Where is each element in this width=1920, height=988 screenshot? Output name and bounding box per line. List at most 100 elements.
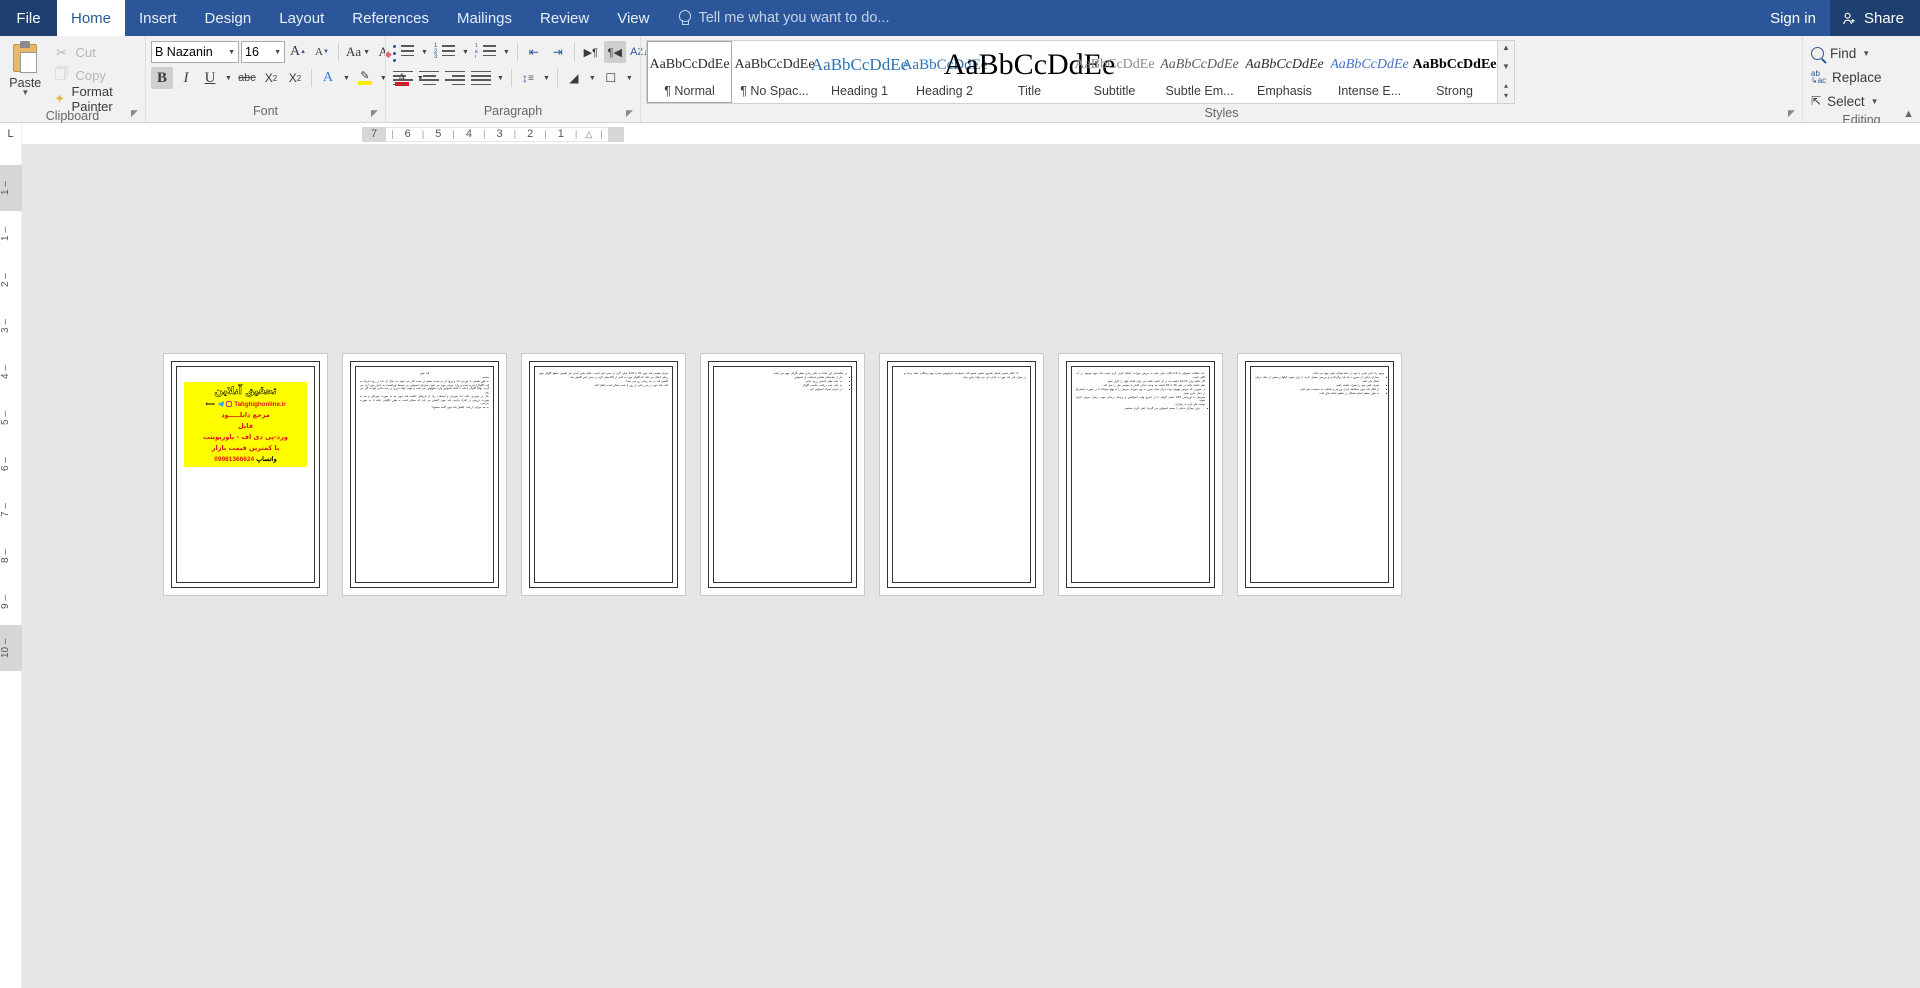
- justify-button[interactable]: [469, 67, 493, 89]
- shading-caret-icon[interactable]: ▼: [587, 67, 598, 89]
- share-button[interactable]: Share: [1829, 0, 1920, 36]
- page-thumbnail[interactable]: تحقیق آنلاین Tahghighonline.ir ⟸ مرجع دانلـ…: [163, 353, 328, 596]
- align-right-button[interactable]: [443, 67, 467, 89]
- page-bullet-item: از الکل قند خون معاشنک کردن ورزش و فعالی…: [1255, 388, 1379, 392]
- rtl-text-direction-button[interactable]: ¶◀: [603, 41, 626, 63]
- tab-stop-selector[interactable]: L: [0, 123, 22, 145]
- paste-dropdown-caret-icon[interactable]: ▼: [21, 89, 29, 97]
- titlebar-right: Sign in Share: [1756, 0, 1920, 36]
- page-paragraph: افت قند خون در هر زمانی از روز یا شب ممک…: [593, 383, 668, 387]
- ruler-margin-right: [607, 126, 624, 142]
- borders-button[interactable]: ☐: [600, 67, 622, 89]
- subscript-button[interactable]: X2: [260, 67, 282, 89]
- scissors-icon: ✂: [56, 44, 67, 60]
- page-thumbnail[interactable]: عدد شکلات معمولی یا 3-2 قالب چای عمل به …: [1058, 353, 1223, 596]
- format-painter-button[interactable]: ✦ Format Painter: [50, 84, 140, 114]
- align-left-button[interactable]: [391, 67, 415, 89]
- bullets-caret-icon[interactable]: ▼: [419, 41, 430, 63]
- superscript-button[interactable]: X2: [284, 67, 306, 89]
- tab-references[interactable]: References: [338, 0, 443, 36]
- underline-dropdown-caret-icon[interactable]: ▼: [223, 67, 234, 89]
- style-no-spac[interactable]: AaBbCcDdEe ¶ No Spac...: [732, 41, 817, 103]
- paste-button[interactable]: Paste ▼: [5, 39, 46, 97]
- styles-scroll-up-icon[interactable]: ▲: [1502, 43, 1510, 53]
- page-thumbnail[interactable]: -3 علائم عصبی شامل تشریج، تشنج، تشنج قند…: [879, 353, 1044, 596]
- clipboard-dialog-launcher[interactable]: ◤: [131, 108, 141, 118]
- increase-indent-button[interactable]: ⇥: [547, 41, 569, 63]
- style-normal[interactable]: AaBbCcDdEe ¶ Normal: [647, 41, 732, 103]
- vertical-ruler[interactable]: 1 – 1 – 2 – 3 – 4 – 5 – 6 – 7 – 8 – 9 – 10 –: [0, 145, 22, 988]
- styles-gallery[interactable]: AaBbCcDdEe ¶ Normal AaBbCcDdEe ¶ No Spac...…: [646, 40, 1498, 104]
- collapse-ribbon-icon[interactable]: ▲: [1903, 108, 1914, 120]
- numbering-button[interactable]: 123: [432, 41, 458, 63]
- shrink-font-button[interactable]: A ▼: [311, 41, 333, 63]
- styles-gallery-scroll[interactable]: ▲ ▼ ▴ ▾: [1498, 40, 1515, 104]
- tab-file[interactable]: File: [0, 0, 57, 36]
- line-spacing-caret-icon[interactable]: ▼: [541, 67, 552, 89]
- page-bullet-item: به طور منظم انجام مشکل در تنظیم نشانه ها…: [1255, 392, 1379, 396]
- align-center-button[interactable]: [417, 67, 441, 89]
- ltr-text-direction-button[interactable]: ▶¶: [580, 41, 602, 63]
- font-dialog-launcher[interactable]: ◤: [371, 108, 381, 118]
- style-intense-e[interactable]: AaBbCcDdEe Intense E...: [1327, 41, 1412, 103]
- horizontal-ruler[interactable]: 7 ∣ 6 ∣ 5 ∣ 4 ∣ 3 ∣ 2 ∣ 1 ∣ △ ∣: [22, 123, 1920, 144]
- numbering-caret-icon[interactable]: ▼: [460, 41, 471, 63]
- bold-button[interactable]: B: [151, 67, 173, 89]
- style-subtle-em[interactable]: AaBbCcDdEe Subtle Em...: [1157, 41, 1242, 103]
- instagram-icon: [226, 401, 233, 407]
- replace-label: Replace: [1832, 69, 1882, 85]
- styles-dialog-launcher[interactable]: ◤: [1788, 108, 1798, 118]
- cut-button[interactable]: ✂ Cut: [50, 42, 140, 63]
- page-thumbnail[interactable]: میزان طبیعی قند خون 70 تا 110 میلی گرم د…: [521, 353, 686, 596]
- justify-caret-icon[interactable]: ▼: [495, 67, 506, 89]
- strikethrough-button[interactable]: abc: [236, 67, 258, 89]
- styles-scroll-down-icon[interactable]: ▼: [1502, 62, 1510, 72]
- select-button[interactable]: ⇱ Select ▼: [1808, 89, 1882, 113]
- line-spacing-button[interactable]: ↕ ≡: [517, 67, 539, 89]
- justify-icon: [471, 70, 491, 86]
- paragraph-dialog-launcher[interactable]: ◤: [626, 108, 636, 118]
- replace-button[interactable]: ab ↳ac Replace: [1808, 65, 1885, 89]
- tell-me-placeholder: Tell me what you want to do...: [698, 10, 890, 26]
- style-strong[interactable]: AaBbCcDdEe Strong: [1412, 41, 1497, 103]
- decrease-indent-button[interactable]: ⇤: [523, 41, 545, 63]
- tell-me-search[interactable]: Tell me what you want to do...: [677, 0, 889, 36]
- borders-caret-icon[interactable]: ▼: [624, 67, 635, 89]
- sign-in-button[interactable]: Sign in: [1756, 0, 1830, 36]
- italic-button[interactable]: I: [175, 67, 197, 89]
- tab-view[interactable]: View: [603, 0, 663, 36]
- find-caret-icon[interactable]: ▼: [1862, 49, 1870, 58]
- tab-insert[interactable]: Insert: [125, 0, 191, 36]
- text-effects-caret-icon[interactable]: ▼: [341, 67, 352, 89]
- style-title[interactable]: AaBbCcDdEe Title: [944, 41, 1116, 103]
- multilevel-list-button[interactable]: 1ai: [473, 41, 499, 63]
- tab-review[interactable]: Review: [526, 0, 603, 36]
- page-thumbnail[interactable]: در سالمندان این حادثه به دلیل زیادی خطر …: [700, 353, 865, 596]
- page-thumbnail[interactable]: قند خون مقدمه : به طور طبیعی با خوردن غذا …: [342, 353, 507, 596]
- page-border-outer: تحقیق آنلاین Tahghighonline.ir ⟸ مرجع دانلـ…: [171, 361, 320, 588]
- highlight-color-button[interactable]: ✎: [354, 67, 376, 89]
- find-button[interactable]: Find ▼: [1808, 41, 1873, 65]
- grow-font-button[interactable]: A ▲: [287, 41, 309, 63]
- font-size-combo[interactable]: 16 ▼: [241, 41, 285, 63]
- style-emphasis[interactable]: AaBbCcDdEe Emphasis: [1242, 41, 1327, 103]
- styles-more-icon[interactable]: ▴ ▾: [1504, 81, 1508, 101]
- multilevel-caret-icon[interactable]: ▼: [501, 41, 512, 63]
- tab-layout[interactable]: Layout: [265, 0, 338, 36]
- clipboard-commands: ✂ Cut 🗍 Copy ✦ Format Painter: [46, 39, 140, 114]
- tab-mailings[interactable]: Mailings: [443, 0, 526, 36]
- change-case-button[interactable]: Aa ▼: [344, 41, 372, 63]
- style-subtitle[interactable]: AaBbCcDdEe Subtitle: [1072, 41, 1157, 103]
- indent-marker-icon[interactable]: △: [582, 129, 595, 140]
- shading-button[interactable]: ◢: [563, 67, 585, 89]
- select-caret-icon[interactable]: ▼: [1871, 97, 1879, 106]
- text-effects-button[interactable]: A: [317, 67, 339, 89]
- style-heading-1[interactable]: AaBbCcDdEe Heading 1: [811, 41, 908, 103]
- font-name-combo[interactable]: B Nazanin ▼: [151, 41, 239, 63]
- page-thumbnail[interactable]: وجود ریا غذای قندی با خود در تمام اوقات …: [1237, 353, 1402, 596]
- underline-button[interactable]: U: [199, 67, 221, 89]
- tab-home[interactable]: Home: [57, 0, 126, 36]
- tab-design[interactable]: Design: [191, 0, 266, 36]
- bullets-button[interactable]: [391, 41, 417, 63]
- document-canvas[interactable]: تحقیق آنلاین Tahghighonline.ir ⟸ مرجع دانلـ…: [22, 145, 1920, 988]
